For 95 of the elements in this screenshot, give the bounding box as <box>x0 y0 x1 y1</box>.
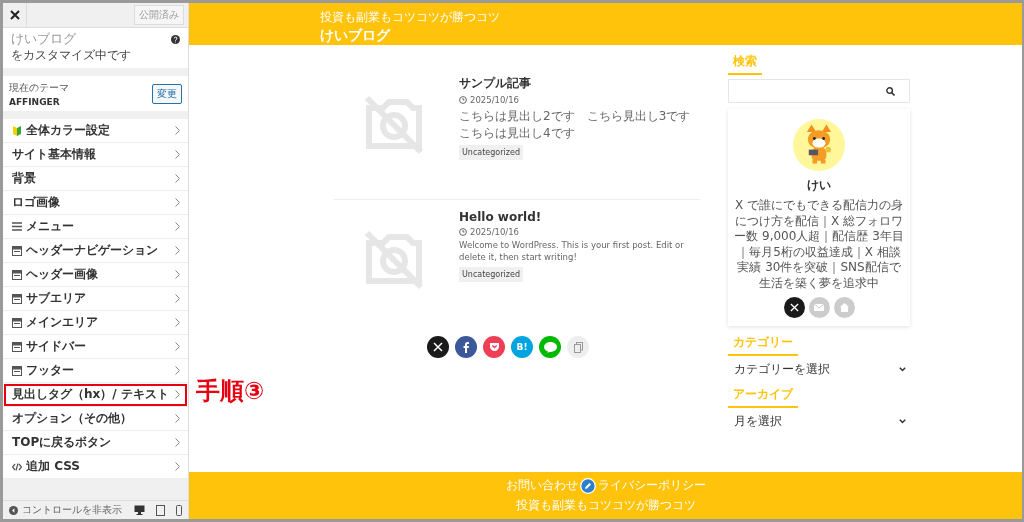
x-link-button[interactable] <box>783 296 805 318</box>
customizing-label: をカスタマイズ中です <box>11 46 131 64</box>
menu-icon <box>12 222 22 231</box>
help-icon[interactable] <box>171 35 180 44</box>
layout-icon <box>12 245 22 256</box>
x-logo-icon <box>789 302 799 312</box>
customizer-menu-item[interactable]: TOPに戻るボタン <box>3 431 188 455</box>
excerpt-heading: こちらは見出し2です <box>459 108 575 125</box>
layout-icon <box>12 341 22 352</box>
post-date: 2025/10/16 <box>470 95 519 105</box>
excerpt-heading: こちらは見出し4です <box>459 124 575 142</box>
home-icon <box>839 302 849 312</box>
chevron-right-icon <box>175 390 180 399</box>
customizer-menu-item[interactable]: メニュー <box>3 215 188 239</box>
chevron-right-icon <box>175 414 180 423</box>
search-icon[interactable] <box>886 86 895 96</box>
category-tag[interactable]: Uncategorized <box>459 144 523 160</box>
theme-name: AFFINGER <box>9 96 61 107</box>
pocket-logo-icon <box>488 342 500 352</box>
customizer-menu-item[interactable]: ロゴ画像 <box>3 191 188 215</box>
pocket-share-button[interactable] <box>483 336 505 358</box>
widget-heading: アーカイブ <box>728 385 798 408</box>
no-image-icon <box>363 94 425 156</box>
customizer-menu-item[interactable]: サイドバー <box>3 335 188 359</box>
customizer-menu-item[interactable]: フッター <box>3 359 188 383</box>
customizer-menu-item[interactable]: 全体カラー設定 <box>3 119 188 143</box>
dog-illustration <box>793 119 845 171</box>
chevron-right-icon <box>175 318 180 327</box>
x-share-button[interactable] <box>427 336 449 358</box>
facebook-logo-icon <box>463 341 469 353</box>
site-title: けいブログ <box>11 31 77 47</box>
layout-icon <box>12 317 22 328</box>
copy-icon <box>573 341 583 353</box>
chevron-right-icon <box>175 294 180 303</box>
arrow-left-icon <box>9 505 18 515</box>
widget-heading: カテゴリー <box>728 333 798 356</box>
widget-heading: 検索 <box>728 53 762 75</box>
chevron-down-icon <box>899 419 906 425</box>
change-theme-button[interactable]: 変更 <box>152 83 182 104</box>
profile-name: けい <box>807 177 831 194</box>
copy-share-button[interactable] <box>567 336 589 358</box>
excerpt-heading: こちら見出し3です <box>586 108 691 125</box>
code-icon <box>12 462 22 471</box>
chevron-right-icon <box>175 246 180 255</box>
tablet-icon[interactable] <box>156 504 165 516</box>
desktop-icon[interactable] <box>134 505 145 515</box>
layout-icon <box>12 269 22 280</box>
chevron-right-icon <box>175 270 180 279</box>
chevron-right-icon <box>175 438 180 447</box>
close-icon <box>9 10 20 20</box>
search-field[interactable] <box>728 79 910 103</box>
pencil-icon[interactable] <box>579 477 596 494</box>
chevron-right-icon <box>175 366 180 375</box>
customizer-menu-item[interactable]: 背景 <box>3 167 188 191</box>
step-annotation: 手順③ <box>196 375 265 407</box>
profile-description: X で誰にでもできる配信力の身につけ方を配信｜X 総フォロワー数 9,000人超｜配信歴 3年目｜毎月5桁の収益達成｜X 相談実績 30件を突破｜SNS配信で生活を築く夢を追求中 <box>734 198 904 292</box>
customizer-menu-item[interactable]: オプション（その他） <box>3 407 188 431</box>
clock-icon <box>459 228 467 236</box>
customizer-menu-item[interactable]: ヘッダーナビゲーション <box>3 239 188 263</box>
customizer-menu-item[interactable]: ヘッダー画像 <box>3 263 188 287</box>
chevron-right-icon <box>175 150 180 159</box>
theme-label: 現在のテーマ <box>9 80 69 95</box>
beginner-mark-icon <box>12 124 22 137</box>
mail-icon <box>814 303 824 311</box>
customizer-menu-item[interactable]: サブエリア <box>3 287 188 311</box>
speech-bubble-icon <box>543 341 557 353</box>
post-title[interactable]: サンプル記事 <box>459 75 531 92</box>
post-date: 2025/10/16 <box>470 227 519 237</box>
customizer-menu-item[interactable]: 追加 CSS <box>3 455 188 479</box>
chevron-right-icon <box>175 198 180 207</box>
chevron-down-icon <box>899 367 906 373</box>
clock-icon <box>459 96 467 104</box>
chevron-right-icon <box>175 462 180 471</box>
chevron-right-icon <box>175 126 180 135</box>
post-title[interactable]: Hello world! <box>459 210 542 224</box>
facebook-share-button[interactable] <box>455 336 477 358</box>
category-tag[interactable]: Uncategorized <box>459 266 523 282</box>
chevron-right-icon <box>175 342 180 351</box>
category-dropdown[interactable]: カテゴリーを選択 <box>728 359 910 380</box>
customizer-menu-item[interactable]: サイト基本情報 <box>3 143 188 167</box>
x-logo-icon <box>433 342 443 352</box>
archive-dropdown[interactable]: 月を選択 <box>728 411 910 432</box>
chevron-right-icon <box>175 174 180 183</box>
layout-icon <box>12 365 22 376</box>
customizer-menu-item[interactable]: 見出しタグ（hx）/ テキスト <box>3 383 188 407</box>
site-tagline: 投資も副業もコツコツが勝つコツ <box>320 9 501 26</box>
no-image-icon <box>363 229 425 291</box>
hide-controls-button[interactable]: コントロールを非表示 <box>9 503 123 517</box>
line-share-button[interactable] <box>539 336 561 358</box>
mobile-icon[interactable] <box>176 504 182 516</box>
footer-tagline: 投資も副業もコツコツが勝つコツ <box>515 497 696 514</box>
customizer-menu-item[interactable]: メインエリア <box>3 311 188 335</box>
layout-icon <box>12 293 22 304</box>
post-excerpt: Welcome to WordPress. This is your first post. Edit or delete it, then start writing! <box>459 240 685 264</box>
chevron-right-icon <box>175 222 180 231</box>
